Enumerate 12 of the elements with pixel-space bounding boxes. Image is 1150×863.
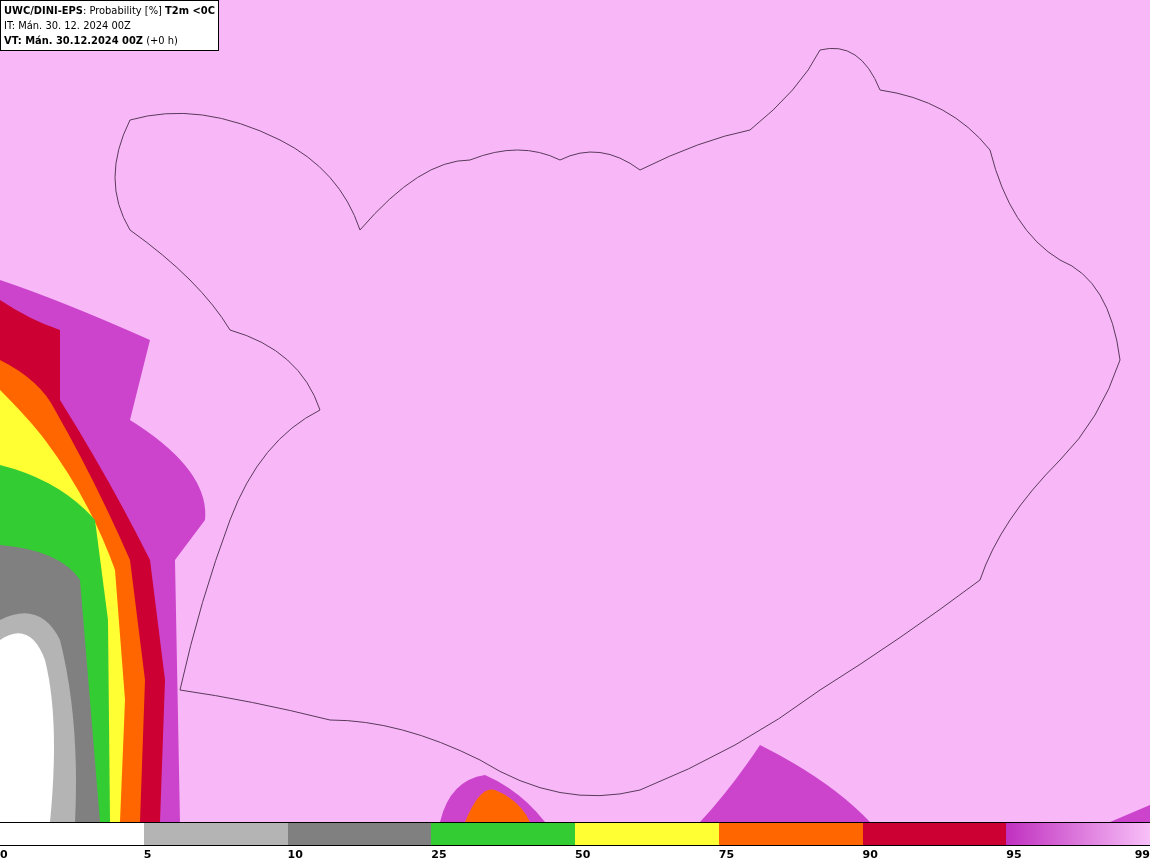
legend-label: 5 [143,848,152,861]
legend-label: 95 [1006,848,1022,861]
legend-label: 75 [718,848,735,861]
chart-title: UWC/DINI-EPS: Probability [%] T2m <0C [4,3,215,18]
legend-label: 0 [0,848,8,861]
valid-time: VT: Mán. 30.12.2024 00Z (+0 h) [4,33,179,48]
legend-label: 10 [287,848,303,861]
init-time: IT: Mán. 30. 12. 2024 00Z [4,18,132,33]
legend-label: 99 [1134,848,1150,861]
legend-label: 25 [431,848,447,861]
legend-label: 90 [862,848,878,861]
legend-label: 50 [575,848,591,861]
